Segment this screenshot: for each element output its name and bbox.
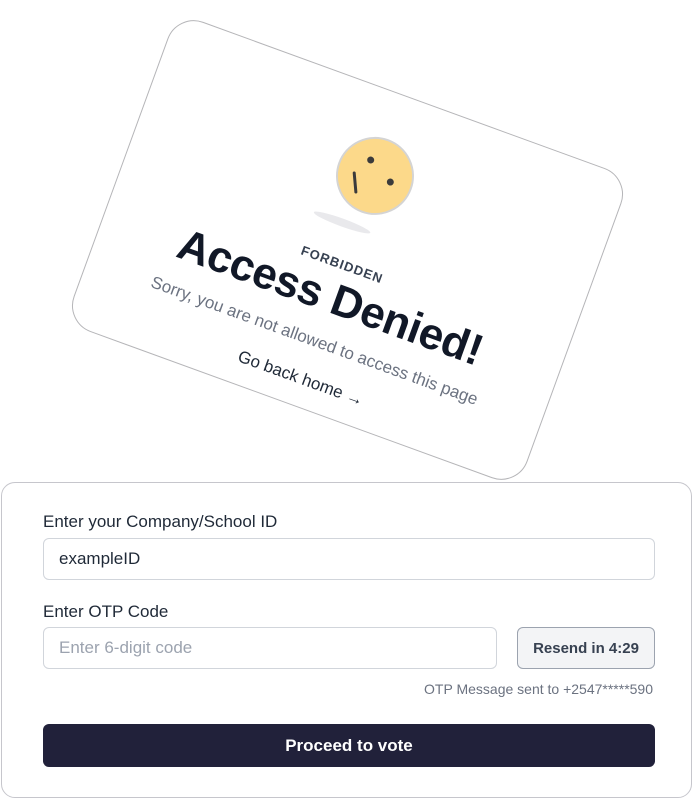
forbidden-card: FORBIDDEN Access Denied! Sorry, you are … <box>64 12 631 488</box>
emoji-container <box>312 125 425 237</box>
forbidden-card-content: FORBIDDEN Access Denied! Sorry, you are … <box>65 14 629 487</box>
otp-input[interactable] <box>43 627 497 669</box>
company-id-label: Enter your Company/School ID <box>43 512 278 531</box>
mouth <box>352 171 358 194</box>
confused-face-icon <box>324 125 425 226</box>
verification-form: Enter your Company/School ID Enter OTP C… <box>1 482 692 798</box>
otp-label: Enter OTP Code <box>43 602 169 621</box>
right-eye <box>385 177 395 187</box>
company-id-input[interactable] <box>43 538 655 580</box>
left-eye <box>365 155 375 165</box>
otp-status-text: OTP Message sent to +2547*****590 <box>424 681 653 697</box>
resend-otp-button[interactable]: Resend in 4:29 <box>517 627 655 669</box>
proceed-to-vote-button[interactable]: Proceed to vote <box>43 724 655 767</box>
